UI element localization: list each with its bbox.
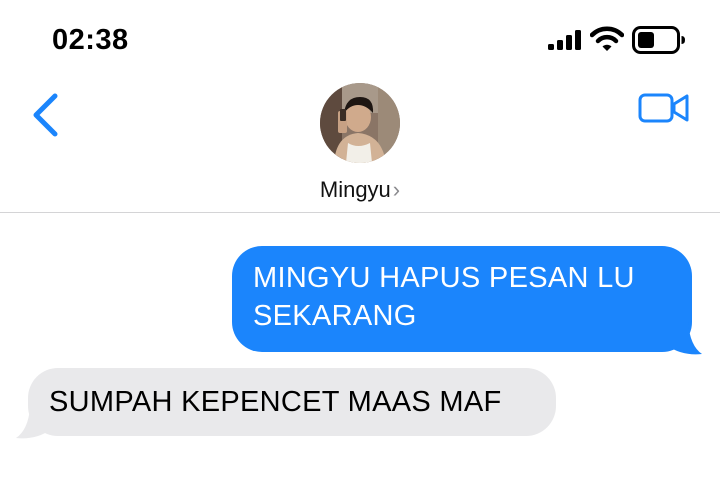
battery-icon	[632, 26, 685, 54]
sent-message-bubble[interactable]: MINGYU HAPUS PESAN LU SEKARANG	[232, 246, 692, 352]
message-line: SUMPAH KEPENCET MAAS MAF	[49, 386, 502, 418]
contact-name: Mingyu	[319, 177, 391, 202]
avatar-photo	[320, 83, 400, 163]
received-message-bubble[interactable]: SUMPAH KEPENCET MAAS MAF	[28, 368, 556, 436]
contact-name-button[interactable]: Mingyu›	[0, 177, 720, 203]
wifi-icon	[590, 26, 624, 51]
video-camera-icon[interactable]	[638, 90, 690, 126]
message-line: MINGYU HAPUS PESAN LU	[253, 262, 635, 294]
cellular-signal-icon	[548, 30, 581, 50]
chevron-right-icon: ›	[392, 177, 401, 202]
conversation-header: Mingyu›	[0, 80, 720, 213]
status-bar: 02:38	[0, 0, 720, 80]
message-line: SEKARANG	[253, 300, 417, 332]
sent-bubble-tail	[668, 322, 702, 355]
status-time: 02:38	[52, 24, 129, 56]
received-bubble-tail	[16, 408, 50, 439]
chevron-left-icon[interactable]	[26, 90, 66, 140]
avatar[interactable]	[320, 83, 400, 163]
